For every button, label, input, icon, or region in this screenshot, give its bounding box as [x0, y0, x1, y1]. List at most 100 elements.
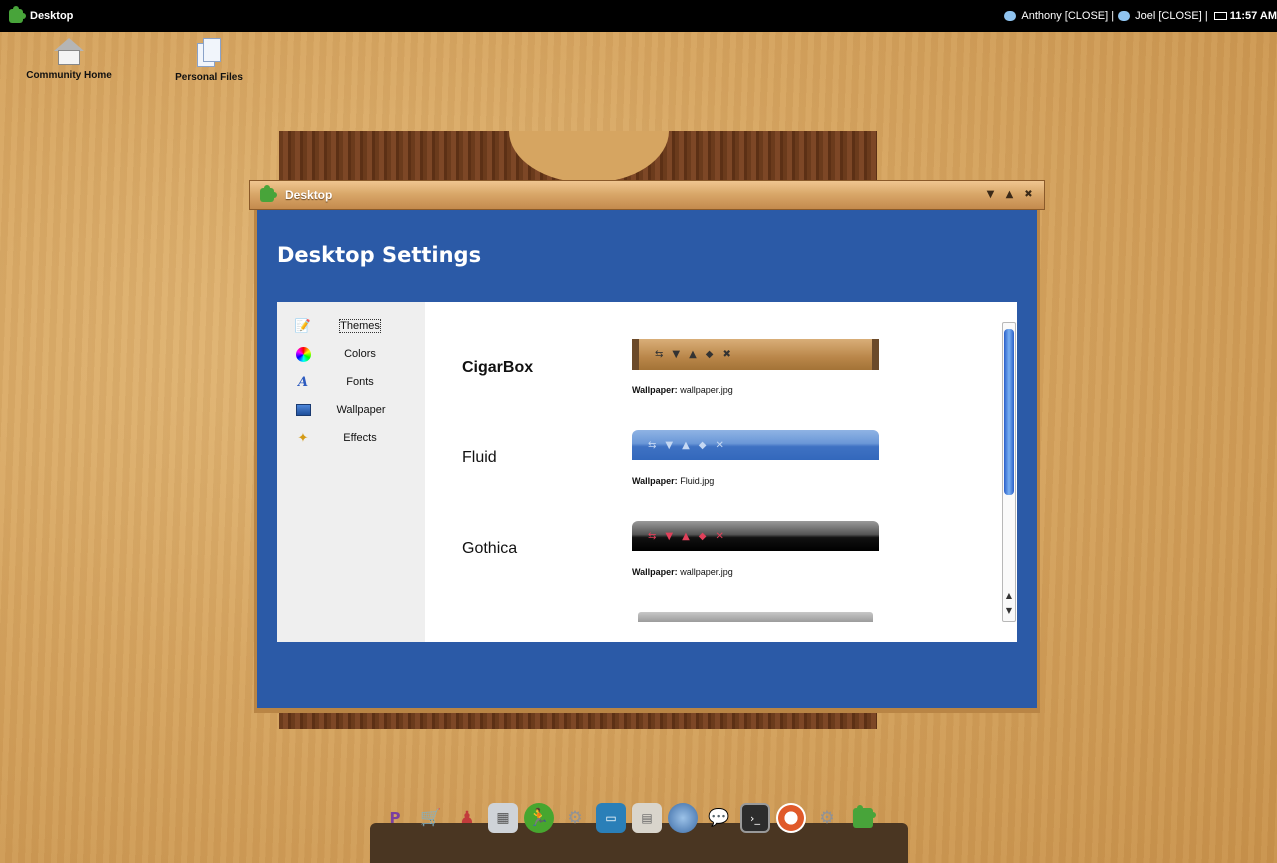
wallpaper-info: Wallpaper: Fluid.jpg [632, 476, 714, 486]
close-icon: ✕ [715, 530, 724, 542]
chevron-up-icon: ▲ [682, 530, 690, 542]
sidebar-item-label: Colors [344, 348, 376, 360]
close-icon: ✖ [722, 349, 731, 360]
window-titlebar[interactable]: Desktop ▼ ▲ ✖ [249, 180, 1045, 210]
chevron-down-icon: ▼ [665, 439, 674, 451]
settings-sidebar: 📝 Themes Colors A Fonts Wallpaper ✦ Effe… [277, 302, 425, 642]
runner-icon[interactable]: 🏃 [524, 803, 554, 833]
chat-bubble-icon [1004, 11, 1017, 21]
chat-icon[interactable]: 💬 [704, 803, 734, 833]
puzzle-icon [260, 185, 277, 202]
sidebar-item-label: Themes [339, 319, 381, 333]
sidebar-item-label: Wallpaper [336, 404, 386, 416]
resize-icon: ◆ [698, 530, 707, 542]
theme-name-fluid[interactable]: Fluid [462, 449, 497, 467]
separator: | [1111, 10, 1115, 22]
sidebar-item-wallpaper[interactable]: Wallpaper [295, 400, 415, 420]
folders-icon[interactable]: ▤ [632, 803, 662, 833]
refresh-icon: ⇆ [648, 530, 657, 542]
settings-panel: 📝 Themes Colors A Fonts Wallpaper ✦ Effe… [277, 302, 1017, 642]
taskbar-right: Anthony [CLOSE] | Joel [CLOSE] | 11:57 A… [1004, 10, 1277, 22]
chat-close-link[interactable]: [CLOSE] [1065, 10, 1108, 22]
wallpaper-file: Fluid.jpg [680, 476, 715, 486]
color-wheel-icon [295, 346, 311, 362]
scrollbar-thumb[interactable] [1004, 329, 1014, 495]
page-title: Desktop Settings [277, 243, 482, 267]
wallpaper-file: wallpaper.jpg [680, 385, 733, 395]
settings-window: Desktop ▼ ▲ ✖ Desktop Settings 📝 Themes … [249, 180, 1045, 718]
close-icon[interactable]: ✖ [1023, 189, 1034, 200]
cart-icon[interactable]: 🛒 [416, 803, 446, 833]
theme-name-gothica[interactable]: Gothica [462, 540, 517, 558]
desktop-icon-personal-files[interactable]: Personal Files [165, 38, 253, 83]
dock-icons: P 🛒 ♟ ▦ 🏃 ⚙ ▭ ▤ 💬 ›_ ⚙ [380, 803, 878, 833]
files-icon [195, 38, 223, 68]
desktop-icon-label: Personal Files [175, 72, 243, 83]
top-taskbar: Desktop Anthony [CLOSE] | Joel [CLOSE] |… [0, 0, 1277, 32]
chevron-up-icon: ▲ [689, 349, 697, 360]
theme-preview-partial[interactable] [638, 612, 873, 622]
font-a-icon: A [297, 374, 309, 390]
wallpaper-label: Wallpaper: [632, 476, 678, 486]
chat-item-joel[interactable]: Joel [CLOSE] | [1118, 10, 1208, 22]
wood-panel-top [279, 131, 877, 183]
wallpaper-info: Wallpaper: wallpaper.jpg [632, 385, 733, 395]
house-icon [54, 38, 84, 66]
taskbar-app-title: Desktop [30, 10, 74, 22]
sidebar-item-label: Fonts [346, 376, 374, 388]
chat-name: Joel [1135, 10, 1156, 22]
minimize-icon[interactable]: ▼ [985, 189, 996, 200]
chevron-down-icon: ▼ [665, 530, 674, 542]
calculator-icon[interactable]: ▦ [488, 803, 518, 833]
pim-icon[interactable]: P [380, 803, 410, 833]
lifebuoy-icon[interactable] [776, 803, 806, 833]
refresh-icon: ⇆ [655, 349, 664, 360]
sidebar-item-label: Effects [343, 432, 377, 444]
picture-icon [295, 402, 311, 418]
chevron-up-icon: ▲ [682, 439, 690, 451]
theme-preview-fluid[interactable]: ⇆ ▼ ▲ ◆ ✕ [632, 430, 879, 460]
terminal-icon[interactable]: ›_ [740, 803, 770, 833]
theme-preview-gothica[interactable]: ⇆ ▼ ▲ ◆ ✕ [632, 521, 879, 551]
wallpaper-file: wallpaper.jpg [680, 567, 733, 577]
chat-close-link[interactable]: [CLOSE] [1158, 10, 1201, 22]
theme-list-scrollbar[interactable]: ▲ ▼ [1002, 322, 1016, 622]
resize-icon: ◆ [698, 439, 707, 451]
sidebar-item-effects[interactable]: ✦ Effects [295, 428, 415, 448]
battery-icon [1213, 12, 1227, 20]
sidebar-item-colors[interactable]: Colors [295, 344, 415, 364]
resize-icon: ◆ [705, 349, 714, 360]
wallpaper-info: Wallpaper: wallpaper.jpg [632, 567, 733, 577]
window-body: Desktop Settings 📝 Themes Colors A Fonts [254, 210, 1040, 713]
puzzle-icon[interactable] [848, 803, 878, 833]
scroll-down-icon[interactable]: ▼ [1003, 606, 1015, 620]
taskbar-app[interactable]: Desktop [9, 6, 74, 23]
chat-name: Anthony [1021, 10, 1062, 22]
window-title: Desktop [285, 188, 333, 202]
clock: 11:57 AM [1229, 10, 1277, 22]
theme-name-cigarbox[interactable]: CigarBox [462, 359, 533, 377]
wallpaper-label: Wallpaper: [632, 385, 678, 395]
magic-wand-icon: ✦ [297, 430, 309, 445]
gear-icon[interactable]: ⚙ [560, 803, 590, 833]
maximize-icon[interactable]: ▲ [1004, 189, 1015, 200]
theme-preview-cigarbox[interactable]: ⇆ ▼ ▲ ◆ ✖ [632, 339, 879, 370]
refresh-icon: ⇆ [648, 439, 657, 451]
chat-bubble-icon [1118, 11, 1131, 21]
close-icon: ✕ [715, 439, 724, 451]
pencil-note-icon: 📝 [294, 318, 312, 333]
separator: | [1204, 10, 1208, 22]
chat-item-anthony[interactable]: Anthony [CLOSE] | [1004, 10, 1114, 22]
sidebar-item-themes[interactable]: 📝 Themes [295, 316, 415, 336]
puzzle-icon [9, 6, 26, 23]
desktop-icon-community-home[interactable]: Community Home [20, 38, 118, 81]
wallpaper-label: Wallpaper: [632, 567, 678, 577]
users-icon[interactable]: ♟ [452, 803, 482, 833]
settings-icon[interactable]: ⚙ [812, 803, 842, 833]
sidebar-item-fonts[interactable]: A Fonts [295, 372, 415, 392]
scroll-up-icon[interactable]: ▲ [1003, 591, 1015, 605]
globe-icon[interactable] [668, 803, 698, 833]
desktop-icon-label: Community Home [26, 70, 112, 81]
chevron-down-icon: ▼ [672, 349, 681, 360]
monitor-icon[interactable]: ▭ [596, 803, 626, 833]
